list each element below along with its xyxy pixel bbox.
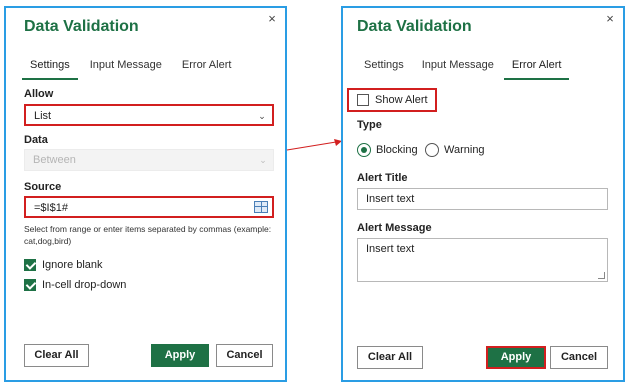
data-validation-dialog-settings: Data Validation × Settings Input Message… (4, 6, 287, 382)
tab-error-alert[interactable]: Error Alert (503, 56, 570, 80)
tab-input-message[interactable]: Input Message (414, 56, 502, 80)
data-label: Data (24, 134, 48, 146)
data-select: Between ⌄ (24, 149, 274, 171)
range-select-icon[interactable] (254, 201, 268, 213)
source-helper-text: Select from range or enter items separat… (24, 224, 272, 246)
data-value: Between (33, 154, 76, 166)
alert-title-input[interactable]: Insert text (357, 188, 608, 210)
source-label: Source (24, 181, 62, 193)
blocking-radio[interactable] (357, 143, 371, 157)
chevron-down-icon: ⌄ (259, 155, 267, 165)
ignore-blank-row[interactable]: Ignore blank (24, 259, 103, 271)
ignore-blank-checkbox[interactable] (24, 259, 36, 271)
show-alert-checkbox[interactable] (357, 94, 369, 106)
clear-all-button[interactable]: Clear All (357, 346, 423, 369)
alert-message-value: Insert text (366, 243, 415, 255)
cancel-button[interactable]: Cancel (216, 344, 273, 367)
tab-bar: Settings Input Message Error Alert (356, 56, 571, 82)
in-cell-dropdown-row[interactable]: In-cell drop-down (24, 279, 126, 291)
clear-all-button[interactable]: Clear All (24, 344, 89, 367)
tab-settings[interactable]: Settings (22, 56, 78, 80)
in-cell-dropdown-label: In-cell drop-down (42, 279, 127, 291)
type-blocking-option[interactable]: Blocking (357, 143, 418, 157)
data-validation-dialog-error-alert: Data Validation × Settings Input Message… (341, 6, 625, 382)
in-cell-dropdown-checkbox[interactable] (24, 279, 36, 291)
blocking-label: Blocking (376, 144, 418, 156)
cancel-button[interactable]: Cancel (550, 346, 608, 369)
allow-value: List (34, 110, 52, 122)
alert-title-label: Alert Title (357, 172, 408, 184)
alert-message-textarea[interactable]: Insert text (357, 238, 608, 282)
warning-radio[interactable] (425, 143, 439, 157)
allow-select[interactable]: List ⌄ (24, 104, 274, 126)
alert-message-label: Alert Message (357, 222, 432, 234)
close-icon[interactable]: × (265, 12, 279, 26)
show-alert-label: Show Alert (375, 94, 428, 106)
alert-title-value: Insert text (366, 193, 415, 205)
allow-label: Allow (24, 88, 54, 100)
tab-settings[interactable]: Settings (356, 56, 412, 80)
apply-button[interactable]: Apply (151, 344, 209, 367)
connector-arrow (286, 139, 342, 151)
tab-input-message[interactable]: Input Message (82, 56, 170, 80)
source-input[interactable]: =$I$1# (24, 196, 274, 218)
show-alert-row[interactable]: Show Alert (347, 88, 437, 112)
ignore-blank-label: Ignore blank (42, 259, 103, 271)
chevron-down-icon: ⌄ (258, 111, 266, 121)
resize-grip-icon[interactable] (598, 272, 605, 279)
warning-label: Warning (444, 144, 485, 156)
close-icon[interactable]: × (603, 12, 617, 26)
tab-bar: Settings Input Message Error Alert (22, 56, 243, 82)
dialog-title: Data Validation (24, 18, 139, 35)
dialog-title: Data Validation (357, 18, 472, 35)
tab-error-alert[interactable]: Error Alert (174, 56, 240, 80)
source-value: =$I$1# (34, 202, 68, 214)
type-warning-option[interactable]: Warning (425, 143, 485, 157)
apply-button[interactable]: Apply (486, 346, 546, 369)
type-label: Type (357, 119, 382, 131)
